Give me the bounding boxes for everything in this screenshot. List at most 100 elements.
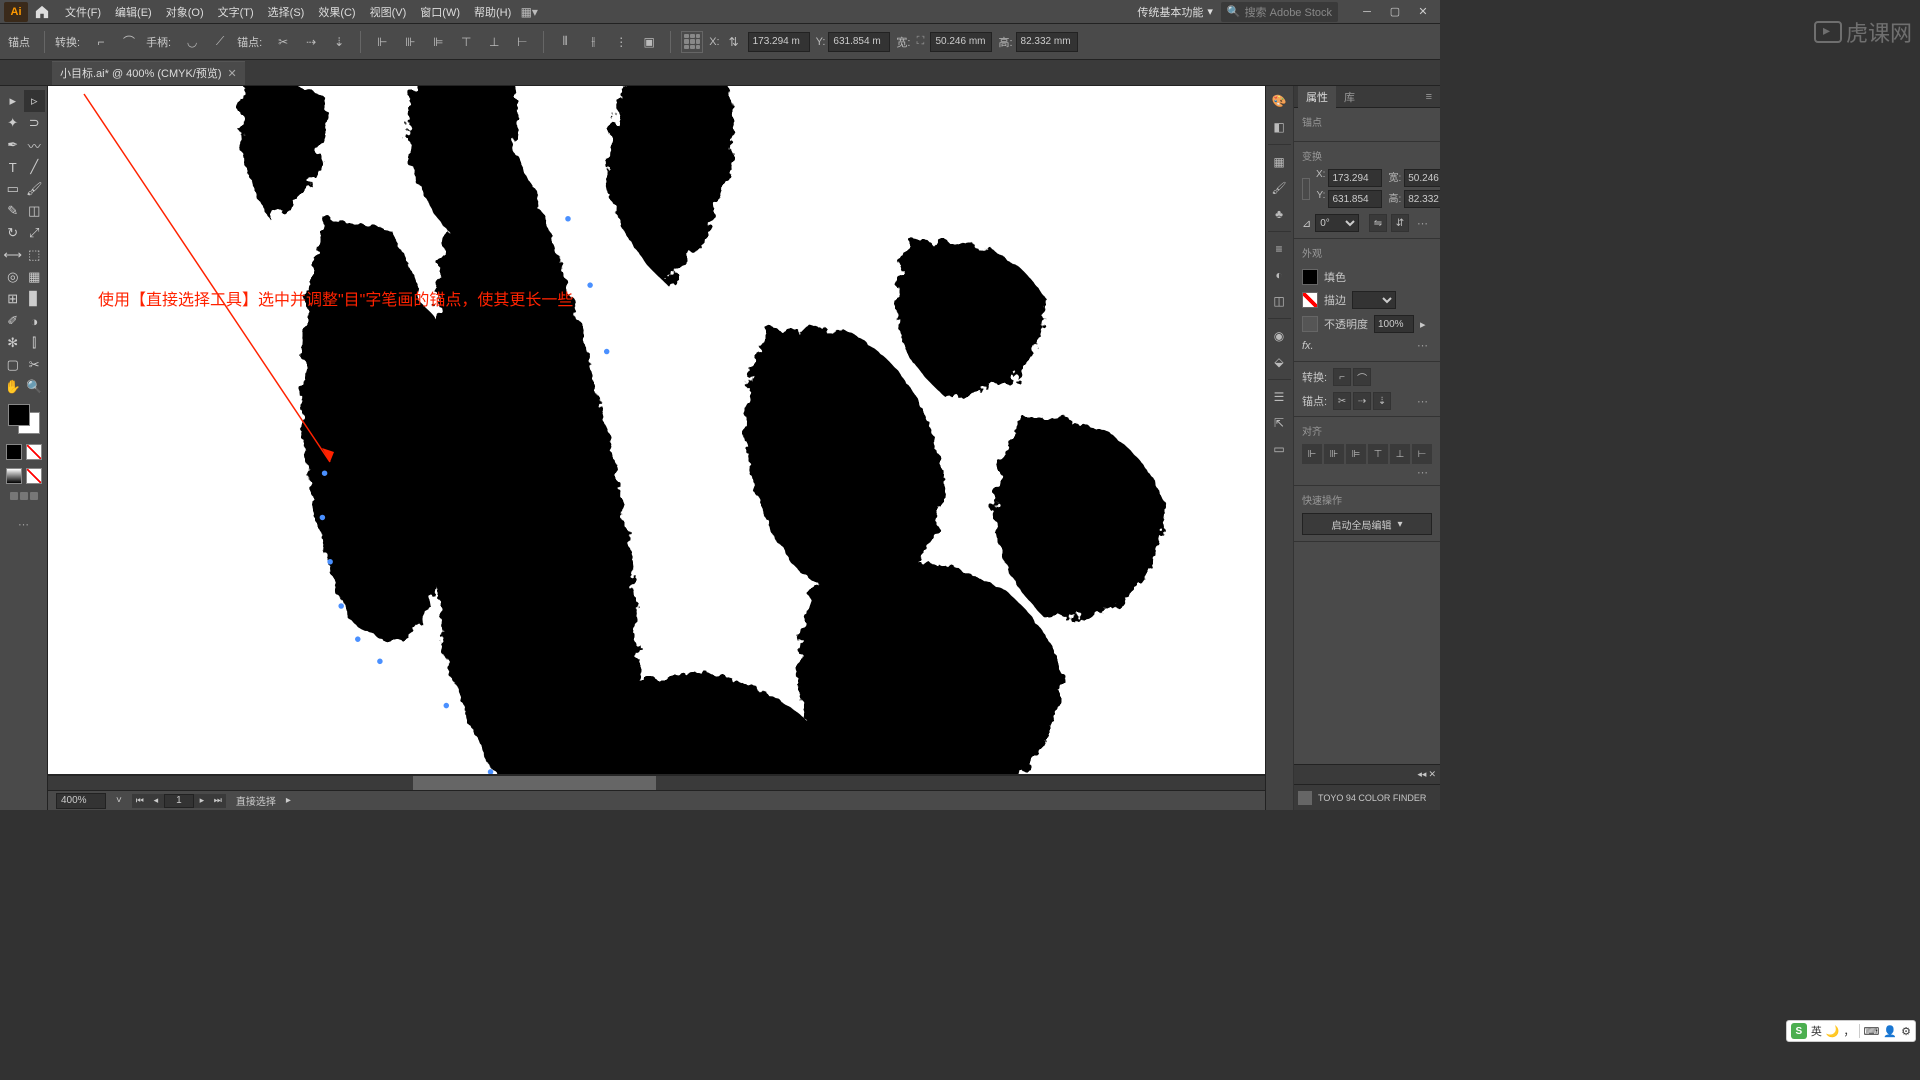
flip-v-icon[interactable]: ⇵: [1391, 214, 1409, 232]
gradient-mode[interactable]: [6, 468, 22, 484]
line-tool[interactable]: ╱: [24, 156, 46, 178]
swatch-close-icon[interactable]: ✕: [1428, 769, 1436, 780]
ime-comma-icon[interactable]: ，: [1844, 1023, 1855, 1039]
gradient-panel-icon[interactable]: ◐: [1268, 264, 1290, 286]
fx-label[interactable]: fx.: [1302, 340, 1314, 352]
handle-hide-icon[interactable]: ⟋: [209, 31, 231, 53]
curvature-tool[interactable]: 〰: [24, 134, 46, 156]
cut-path-icon[interactable]: ⇣: [328, 31, 350, 53]
arrange-docs-icon[interactable]: ▦▾: [518, 1, 540, 23]
workspace-switcher[interactable]: 传统基本功能▾: [1129, 1, 1221, 23]
opt-x-input[interactable]: [748, 32, 810, 52]
fill-swatch[interactable]: [1302, 269, 1318, 285]
shape-builder-tool[interactable]: ◎: [2, 266, 24, 288]
transform-more-icon[interactable]: ⋯: [1413, 217, 1432, 230]
document-tab[interactable]: 小目标.ai* @ 400% (CMYK/预览) ✕: [52, 61, 245, 85]
panel-reference-point[interactable]: [1302, 178, 1310, 200]
slice-tool[interactable]: ✂: [24, 354, 46, 376]
ime-keyboard-icon[interactable]: ⌨: [1864, 1025, 1880, 1038]
rotate-tool[interactable]: ↻: [2, 222, 24, 244]
align-left-icon[interactable]: ⊩: [371, 31, 393, 53]
panel-align-vcenter-icon[interactable]: ⊥: [1390, 444, 1410, 464]
panel-w-input[interactable]: [1404, 169, 1440, 187]
status-menu-icon[interactable]: ▸: [286, 795, 291, 806]
align-top-icon[interactable]: ⊤: [455, 31, 477, 53]
swatch-collapse-icon[interactable]: ◂◂: [1417, 769, 1426, 780]
stock-search[interactable]: 🔍搜索 Adobe Stock: [1221, 2, 1338, 22]
panel-h-input[interactable]: [1404, 190, 1440, 208]
panel-align-left-icon[interactable]: ⊩: [1302, 444, 1322, 464]
quick-action-button[interactable]: 启动全局编辑 ▾: [1302, 513, 1432, 535]
edit-toolbar-icon[interactable]: ⋯: [14, 514, 34, 534]
opt-w-input[interactable]: [930, 32, 992, 52]
ime-settings-icon[interactable]: ⚙: [1901, 1025, 1911, 1038]
color-picker[interactable]: [6, 404, 42, 434]
menu-window[interactable]: 窗口(W): [413, 1, 467, 23]
convert-smooth-icon[interactable]: ⌒: [118, 31, 140, 53]
symbol-sprayer-tool[interactable]: ✻: [2, 332, 24, 354]
graphic-styles-icon[interactable]: ⬙: [1268, 351, 1290, 373]
screen-mode-2[interactable]: [20, 492, 28, 500]
tab-properties[interactable]: 属性: [1298, 86, 1336, 108]
appearance-panel-icon[interactable]: ◉: [1268, 325, 1290, 347]
scale-tool[interactable]: ⤢: [24, 222, 46, 244]
distribute-spacing-icon[interactable]: ⋮: [610, 31, 632, 53]
align-bottom-icon[interactable]: ⊢: [511, 31, 533, 53]
perspective-tool[interactable]: ▦: [24, 266, 46, 288]
eyedropper-tool[interactable]: ✐: [2, 310, 24, 332]
appearance-more-icon[interactable]: ⋯: [1413, 339, 1432, 352]
menu-help[interactable]: 帮助(H): [467, 1, 518, 23]
panel-y-input[interactable]: [1328, 190, 1382, 208]
align-hcenter-icon[interactable]: ⊪: [399, 31, 421, 53]
menu-file[interactable]: 文件(F): [58, 1, 108, 23]
link-wh-icon[interactable]: ⛶: [913, 30, 927, 54]
graph-tool[interactable]: ⫿: [24, 332, 46, 354]
ime-lang-label[interactable]: 英: [1811, 1023, 1822, 1039]
none-mode[interactable]: [26, 468, 42, 484]
lasso-tool[interactable]: ⊃: [24, 112, 46, 134]
opacity-input[interactable]: [1374, 315, 1414, 333]
foreground-swatch[interactable]: [8, 404, 30, 426]
panel-remove-anchor-icon[interactable]: ✂: [1333, 392, 1351, 410]
align-vcenter-icon[interactable]: ⊥: [483, 31, 505, 53]
pen-tool[interactable]: ✒: [2, 134, 24, 156]
ime-toolbar[interactable]: S 英 🌙 ， ⌨ 👤 ⚙: [1786, 1020, 1916, 1042]
eraser-tool[interactable]: ◫: [24, 200, 46, 222]
connect-anchor-icon[interactable]: ⇢: [300, 31, 322, 53]
brushes-icon[interactable]: 🖌: [1268, 177, 1290, 199]
isolate-icon[interactable]: ▣: [638, 31, 660, 53]
paintbrush-tool[interactable]: 🖌: [24, 178, 46, 200]
color-panel-icon[interactable]: 🎨: [1268, 90, 1290, 112]
last-artboard-icon[interactable]: ⏭: [210, 794, 226, 808]
panel-align-right-icon[interactable]: ⊫: [1346, 444, 1366, 464]
color-guide-icon[interactable]: ◧: [1268, 116, 1290, 138]
next-artboard-icon[interactable]: ▸: [194, 794, 210, 808]
zoom-input[interactable]: [56, 793, 106, 809]
menu-select[interactable]: 选择(S): [261, 1, 312, 23]
anchor-more-icon[interactable]: ⋯: [1413, 395, 1432, 408]
opacity-swatch[interactable]: [1302, 316, 1318, 332]
hand-tool[interactable]: ✋: [2, 376, 24, 398]
link-xy-icon[interactable]: ⇅: [723, 31, 745, 53]
zoom-tool[interactable]: 🔍: [24, 376, 46, 398]
gradient-tool[interactable]: ▊: [24, 288, 46, 310]
prev-artboard-icon[interactable]: ◂: [148, 794, 164, 808]
fill-mode[interactable]: [6, 444, 22, 460]
home-icon[interactable]: [32, 2, 52, 22]
shaper-tool[interactable]: ✎: [2, 200, 24, 222]
blend-tool[interactable]: ◑: [24, 310, 46, 332]
menu-type[interactable]: 文字(T): [211, 1, 261, 23]
symbols-icon[interactable]: ♣: [1268, 203, 1290, 225]
layers-panel-icon[interactable]: ☰: [1268, 386, 1290, 408]
align-more-icon[interactable]: ⋯: [1413, 466, 1432, 479]
reference-point[interactable]: [681, 31, 703, 53]
rectangle-tool[interactable]: ▭: [2, 178, 24, 200]
panel-cut-icon[interactable]: ⇣: [1373, 392, 1391, 410]
convert-corner-icon[interactable]: ⌐: [90, 31, 112, 53]
tab-libraries[interactable]: 库: [1336, 86, 1363, 108]
opt-y-input[interactable]: [828, 32, 890, 52]
selection-tool[interactable]: ▸: [2, 90, 24, 112]
remove-anchor-icon[interactable]: ✂: [272, 31, 294, 53]
tab-close-icon[interactable]: ✕: [228, 67, 237, 80]
maximize-button[interactable]: ▢: [1382, 3, 1408, 21]
